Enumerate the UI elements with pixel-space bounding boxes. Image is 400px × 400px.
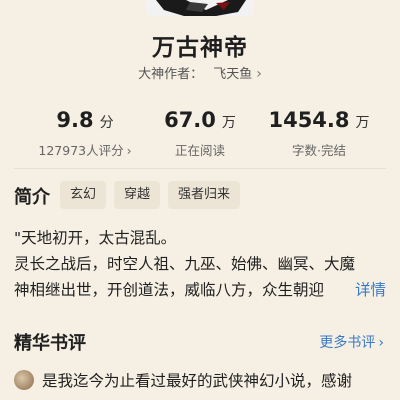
rating-count: 127973人评分: [38, 143, 124, 158]
readers-unit: 万: [221, 115, 236, 131]
intro-line: 灵长之战后，时空人祖、九巫、始佛、幽冥、大魔: [14, 255, 356, 273]
rating-unit: 分: [99, 115, 114, 131]
intro-line: "天地初开，太古混乱。: [14, 229, 177, 247]
readers-label: 正在阅读: [174, 143, 225, 158]
book-title: 万古神帝: [152, 35, 248, 61]
author-row[interactable]: 大神作者： 飞天鱼 ›: [0, 63, 400, 82]
wordcount-unit: 万: [355, 115, 370, 131]
avatar[interactable]: [14, 370, 34, 390]
intro-line: 神相继出世，开创道法，威临八方，众生朝迎: [14, 281, 325, 299]
chevron-right-icon: ›: [256, 66, 262, 82]
intro-heading: 简介: [14, 187, 50, 208]
book-cover-image[interactable]: [146, 0, 254, 16]
tag-chuanyue[interactable]: 穿越: [114, 181, 161, 209]
intro-line-last: 神相继出世，开创道法，威临八方，众生朝迎 详情: [14, 277, 386, 303]
divider: [14, 168, 386, 169]
chevron-right-icon: ›: [126, 143, 132, 158]
cover-art: [146, 0, 254, 16]
review-text: 是我迄今为止看过最好的武侠神幻小说，感谢: [42, 372, 353, 390]
author-name[interactable]: 飞天鱼: [213, 67, 252, 82]
chevron-right-icon: ›: [378, 335, 384, 351]
genre-tags: 玄幻 穿越 强者归来: [60, 181, 241, 209]
more-reviews-label: 更多书评: [319, 335, 376, 351]
tag-qiangzheguilai[interactable]: 强者归来: [168, 181, 241, 209]
more-reviews-link[interactable]: 更多书评 ›: [319, 332, 384, 352]
intro-text[interactable]: "天地初开，太古混乱。 灵长之战后，时空人祖、九巫、始佛、幽冥、大魔 神相继出世…: [14, 225, 386, 303]
wordcount-label: 字数·完结: [292, 143, 346, 158]
rating-value: 9.8: [56, 108, 94, 132]
rating-stat[interactable]: 9.8 分 127973人评分 ›: [20, 108, 150, 159]
readers-stat: 67.0 万 正在阅读: [135, 108, 265, 159]
wordcount-value: 1454.8: [268, 108, 350, 132]
intro-more-link[interactable]: 详情: [328, 277, 386, 303]
wordcount-stat: 1454.8 万 字数·完结: [254, 108, 384, 159]
readers-value: 67.0: [164, 108, 216, 132]
tag-xuanhuan[interactable]: 玄幻: [60, 181, 107, 209]
reviews-heading: 精华书评: [14, 333, 86, 354]
author-label: 大神作者：: [138, 67, 204, 82]
